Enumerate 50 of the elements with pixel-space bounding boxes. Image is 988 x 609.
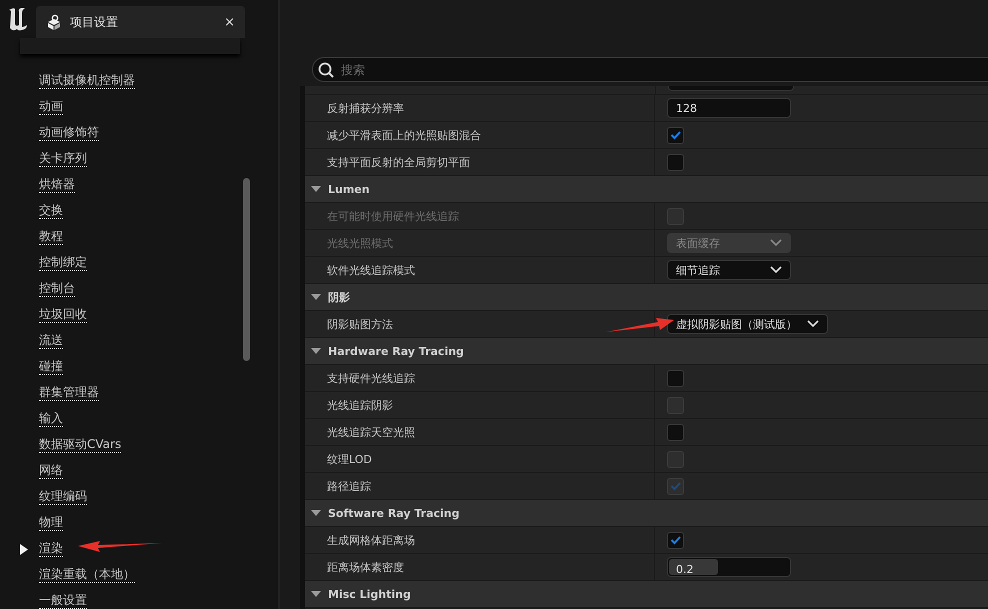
chevron-icon [770, 239, 782, 247]
sidebar-link[interactable]: 数据驱动CVars [39, 437, 122, 453]
sidebar-link[interactable]: 关卡序列 [39, 151, 87, 167]
sidebar-link[interactable]: 教程 [39, 229, 63, 245]
sidebar-link[interactable]: 动画修饰符 [39, 125, 99, 141]
chevron-icon [770, 266, 782, 274]
sidebar-link[interactable]: 渲染 [39, 541, 63, 557]
checkmark-icon [670, 535, 681, 545]
chevron-icon [807, 320, 819, 328]
search-field[interactable]: 搜索 [312, 57, 988, 82]
sidebar-link[interactable]: 一般设置 [39, 593, 87, 609]
sidebar-link[interactable]: 渲染重载（本地） [39, 567, 135, 583]
input-field[interactable] [668, 86, 794, 91]
search-icon [318, 62, 334, 78]
sidebar-link[interactable]: 物理 [39, 515, 63, 531]
sidebar-link[interactable]: 输入 [39, 411, 63, 427]
checkbox[interactable] [667, 126, 684, 144]
dropdown[interactable]: 虚拟阴影贴图（测试版） [667, 314, 828, 334]
sidebar-link[interactable]: 网络 [39, 463, 63, 479]
sidebar-link[interactable]: 交换 [39, 203, 63, 219]
tab-title: 项目设置 [70, 14, 119, 30]
section-header[interactable]: Lumen [305, 175, 988, 202]
checkbox[interactable] [667, 154, 684, 170]
sidebar-link[interactable]: 控制绑定 [39, 255, 87, 271]
sidebar-link[interactable]: 碰撞 [39, 359, 63, 375]
section-header[interactable]: 阴影 [305, 283, 988, 310]
sidebar-link[interactable]: 流送 [39, 333, 63, 349]
checkbox[interactable] [667, 424, 684, 440]
input-field[interactable]: 128 [667, 98, 791, 118]
sidebar-link[interactable]: 烘焙器 [39, 177, 75, 193]
checkbox[interactable] [667, 370, 684, 386]
settings-icon [46, 14, 62, 30]
sidebar-link[interactable]: 垃圾回收 [39, 307, 87, 323]
scrollbar-thumb[interactable] [243, 178, 250, 361]
sidebar-link[interactable]: 群集管理器 [39, 385, 99, 401]
section-header[interactable]: Hardware Ray Tracing [305, 337, 988, 364]
section-header[interactable]: Misc Lighting [305, 580, 988, 607]
checkbox[interactable] [667, 532, 684, 548]
slider-field[interactable]: 0.2 [667, 557, 791, 577]
project-settings-tab[interactable]: 项目设置 × [36, 6, 245, 38]
arrow-annotation [606, 318, 674, 334]
section-header[interactable]: Software Ray Tracing [305, 499, 988, 526]
checkmark-icon [670, 481, 681, 491]
sidebar-link[interactable]: 控制台 [39, 281, 75, 297]
close-button[interactable]: × [224, 14, 235, 30]
sidebar-link[interactable]: 纹理编码 [39, 489, 87, 505]
sidebar-link[interactable]: 动画 [39, 99, 63, 115]
checkmark-icon [670, 130, 681, 140]
sidebar-link[interactable]: 调试摄像机控制器 [39, 73, 135, 89]
dropdown[interactable]: 细节追踪 [667, 260, 791, 280]
